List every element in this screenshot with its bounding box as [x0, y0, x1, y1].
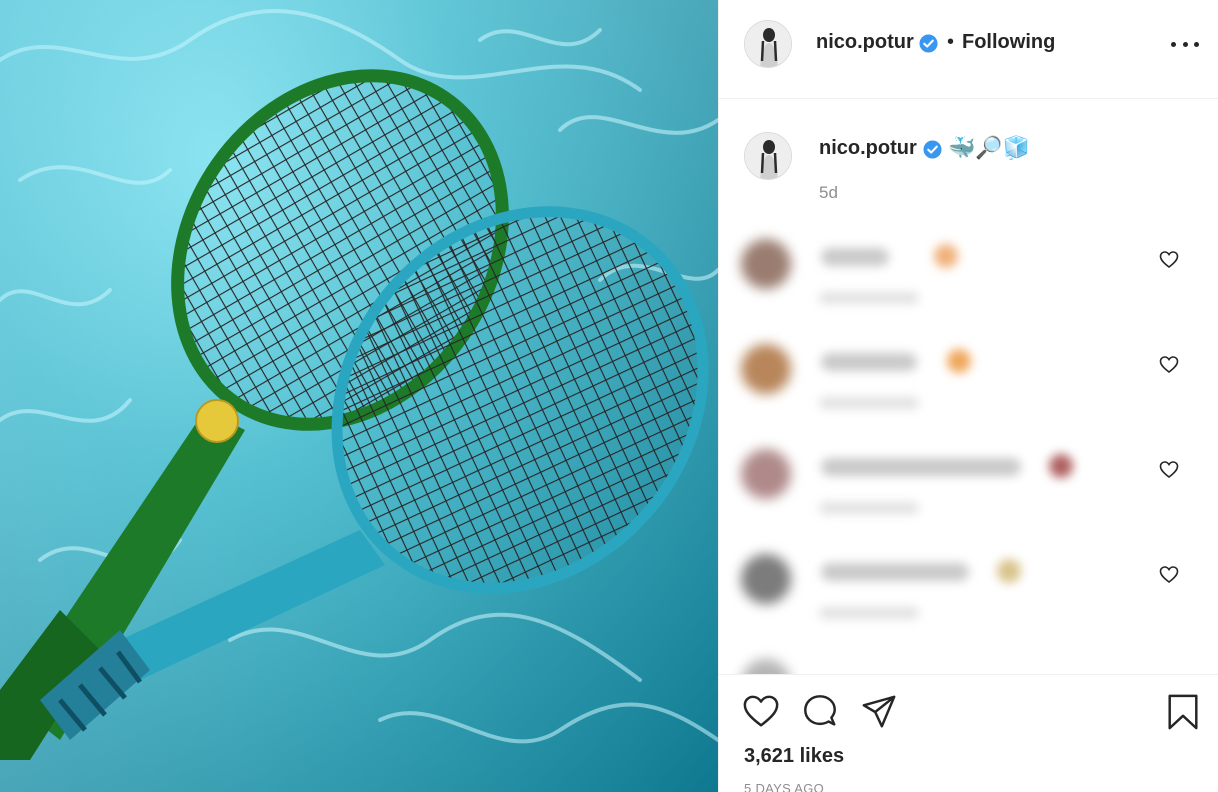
pool-rackets-image: [0, 0, 718, 792]
comment-row[interactable]: [719, 327, 1218, 432]
commenter-avatar[interactable]: [741, 344, 791, 394]
blurred-emoji: [1049, 454, 1073, 478]
blurred-comment-text: [821, 563, 969, 581]
commenter-avatar[interactable]: [741, 449, 791, 499]
bookmark-icon[interactable]: [1164, 693, 1202, 731]
blurred-comment-text: [821, 458, 1021, 476]
verified-badge-icon: [923, 140, 942, 159]
post-header: nico.potur • Following: [719, 0, 1218, 99]
comment-row[interactable]: [719, 537, 1218, 642]
action-bar: 3,621 likes 5 DAYS AGO: [719, 674, 1218, 792]
author-avatar[interactable]: [744, 20, 792, 68]
blurred-emoji: [947, 349, 971, 373]
commenter-avatar[interactable]: [741, 239, 791, 289]
blurred-comment-text: [821, 353, 917, 371]
blurred-comment-meta: [819, 502, 919, 514]
comment-like-heart-icon[interactable]: [1159, 565, 1179, 585]
post-sidebar: nico.potur • Following nico.potur 🐳🔎🧊 5d…: [718, 0, 1218, 792]
caption-text: 🐳🔎🧊: [948, 136, 1031, 161]
blurred-comment-meta: [819, 607, 919, 619]
author-username[interactable]: nico.potur: [816, 31, 914, 54]
caption-username[interactable]: nico.potur: [819, 137, 917, 160]
verified-badge-icon: [919, 34, 938, 53]
blurred-emoji: [997, 559, 1021, 583]
post-date[interactable]: 5 DAYS AGO: [744, 781, 824, 792]
blurred-comment-meta: [819, 397, 919, 409]
blurred-comment-text: [821, 248, 889, 266]
post-modal: nico.potur • Following nico.potur 🐳🔎🧊 5d…: [0, 0, 1218, 792]
heart-icon[interactable]: [742, 693, 780, 731]
post-photo[interactable]: [0, 0, 718, 792]
share-icon[interactable]: [860, 693, 898, 731]
caption-avatar[interactable]: [744, 132, 792, 180]
blurred-comment-meta: [819, 292, 919, 304]
comment-like-heart-icon[interactable]: [1159, 250, 1179, 270]
comment-like-heart-icon[interactable]: [1159, 355, 1179, 375]
comment-row[interactable]: [719, 222, 1218, 327]
commenter-avatar: [741, 659, 791, 674]
comments-list[interactable]: [719, 222, 1218, 674]
commenter-avatar[interactable]: [741, 554, 791, 604]
comment-like-heart-icon[interactable]: [1159, 460, 1179, 480]
header-separator: •: [947, 31, 955, 53]
comment-icon[interactable]: [801, 693, 839, 731]
comment-row[interactable]: [719, 432, 1218, 537]
comment-row-partial: [719, 642, 1218, 674]
blurred-emoji: [934, 244, 958, 268]
caption-timestamp[interactable]: 5d: [819, 183, 838, 203]
following-button[interactable]: Following: [962, 31, 1055, 54]
more-horizontal-icon[interactable]: [1171, 34, 1199, 54]
likes-count[interactable]: 3,621 likes: [744, 745, 844, 768]
